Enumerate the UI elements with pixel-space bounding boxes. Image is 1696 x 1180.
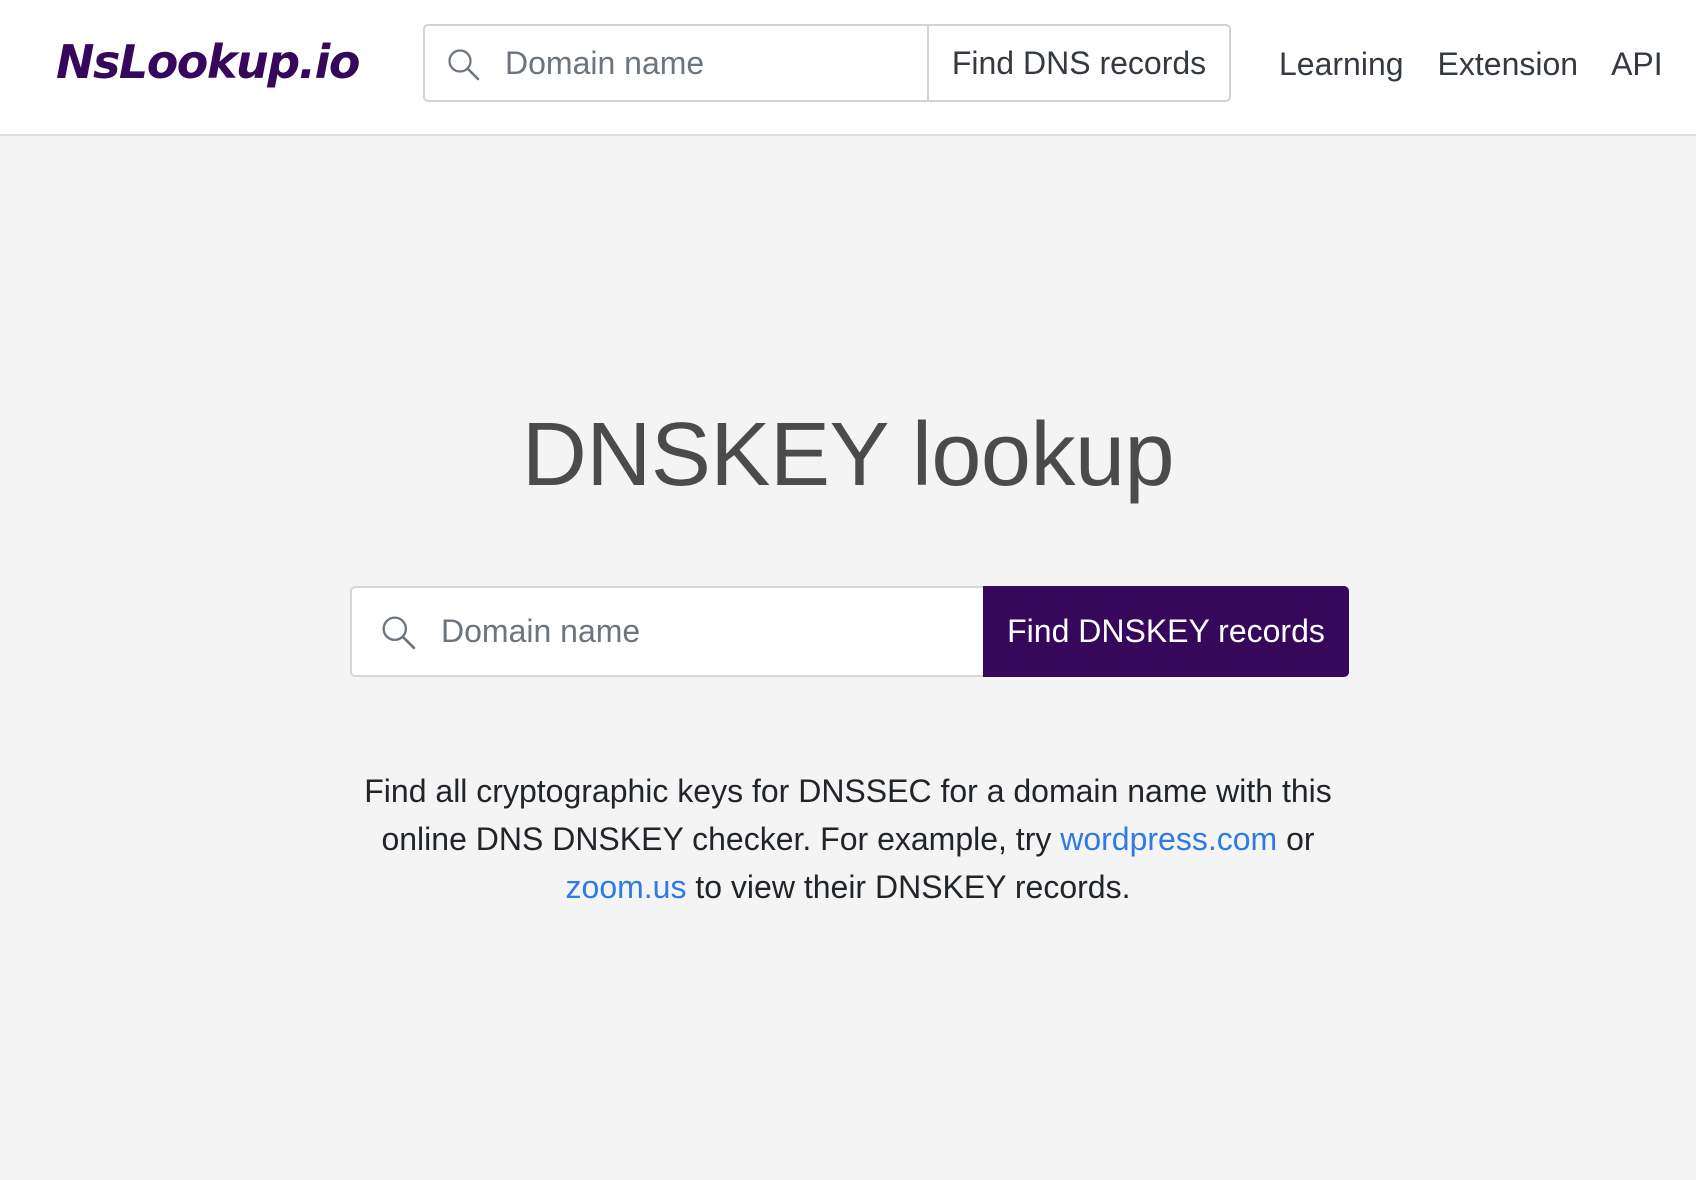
- example-link-wordpress[interactable]: wordpress.com: [1060, 821, 1277, 857]
- site-logo[interactable]: NsLookup.io: [56, 30, 361, 94]
- header-search-form: Find DNS records: [423, 24, 1231, 102]
- search-icon: [448, 49, 480, 81]
- find-dnskey-records-button[interactable]: Find DNSKEY records: [983, 586, 1349, 677]
- header-search-field: [425, 26, 927, 100]
- dnskey-search-form: Find DNSKEY records: [350, 586, 1349, 677]
- description: Find all cryptographic keys for DNSSEC f…: [348, 767, 1348, 911]
- example-link-zoom[interactable]: zoom.us: [566, 869, 687, 905]
- dnskey-search-field: [350, 586, 983, 677]
- description-text: or: [1277, 821, 1315, 857]
- top-nav: Learning Extension API: [1279, 42, 1663, 86]
- nav-link-learning[interactable]: Learning: [1279, 42, 1404, 86]
- search-icon: [382, 616, 416, 650]
- header-domain-input[interactable]: [505, 26, 915, 100]
- find-dns-records-button[interactable]: Find DNS records: [927, 26, 1229, 100]
- nav-link-api[interactable]: API: [1611, 42, 1663, 86]
- page-title: DNSKEY lookup: [521, 405, 1175, 505]
- dnskey-domain-input[interactable]: [441, 588, 961, 675]
- nav-link-extension[interactable]: Extension: [1438, 42, 1579, 86]
- site-header: NsLookup.io Find DNS records Learning Ex…: [0, 0, 1696, 136]
- description-text: to view their DNSKEY records.: [686, 869, 1131, 905]
